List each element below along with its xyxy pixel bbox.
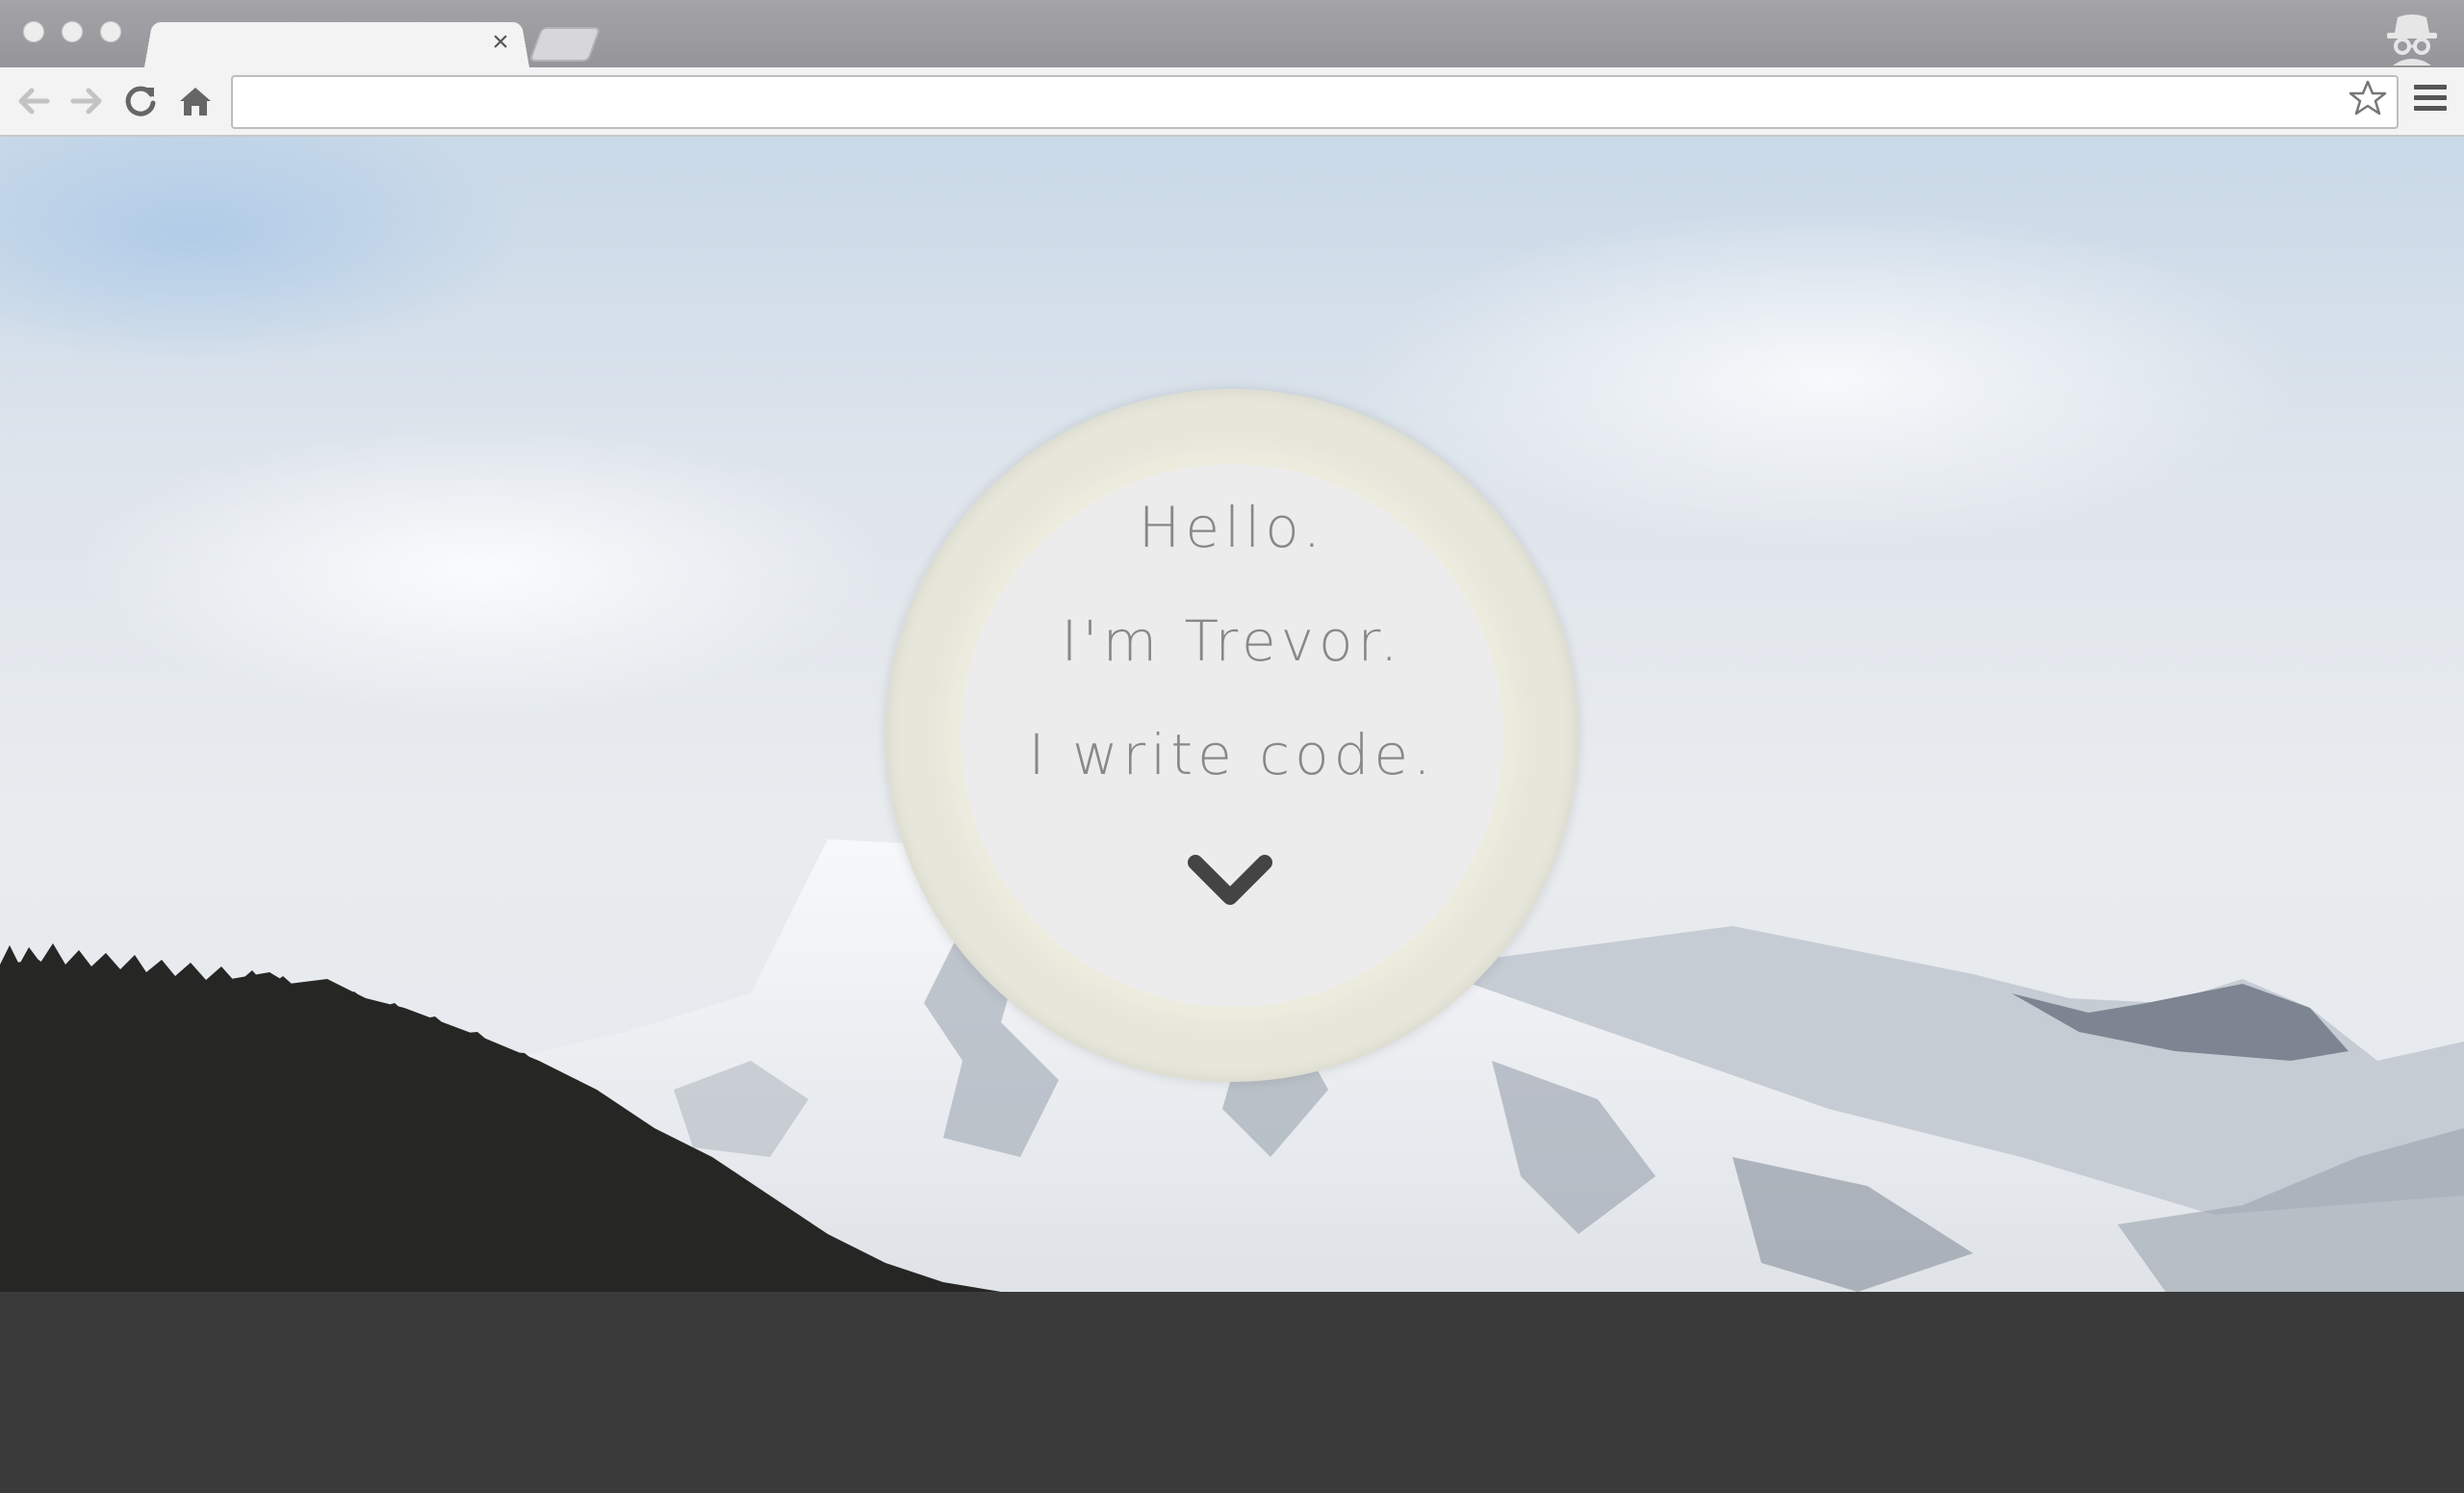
greeting-inner-disc: Hello. I'm Trevor. I write code. <box>961 464 1503 1007</box>
greeting-medallion: Hello. I'm Trevor. I write code. <box>886 389 1578 1082</box>
tab-close-icon[interactable]: × <box>486 25 515 60</box>
reload-icon[interactable] <box>121 82 160 120</box>
greeting-line-hello: Hello. <box>1138 495 1326 560</box>
browser-toolbar <box>0 67 2464 137</box>
browser-tab-strip: × <box>0 0 2464 67</box>
greeting-line-tagline: I write code. <box>1028 722 1436 787</box>
incognito-icon[interactable] <box>2383 8 2441 65</box>
window-minimize-dot[interactable] <box>62 21 83 42</box>
greeting-line-name: I'm Trevor. <box>1061 608 1403 674</box>
chevron-down-icon[interactable] <box>1184 849 1276 916</box>
new-tab-button[interactable] <box>528 27 602 62</box>
bookmark-star-icon[interactable] <box>2348 79 2387 117</box>
page-section-below-hero <box>0 1292 2464 1493</box>
active-tab[interactable] <box>144 21 529 67</box>
forward-icon[interactable] <box>67 82 106 120</box>
back-icon[interactable] <box>14 82 53 120</box>
menu-icon[interactable] <box>2414 85 2447 114</box>
window-close-dot[interactable] <box>23 21 44 42</box>
url-input[interactable] <box>246 83 2320 121</box>
window-zoom-dot[interactable] <box>100 21 121 42</box>
hero-background: Hello. I'm Trevor. I write code. <box>0 137 2464 1292</box>
home-icon[interactable] <box>176 82 215 120</box>
address-bar[interactable] <box>231 75 2399 129</box>
